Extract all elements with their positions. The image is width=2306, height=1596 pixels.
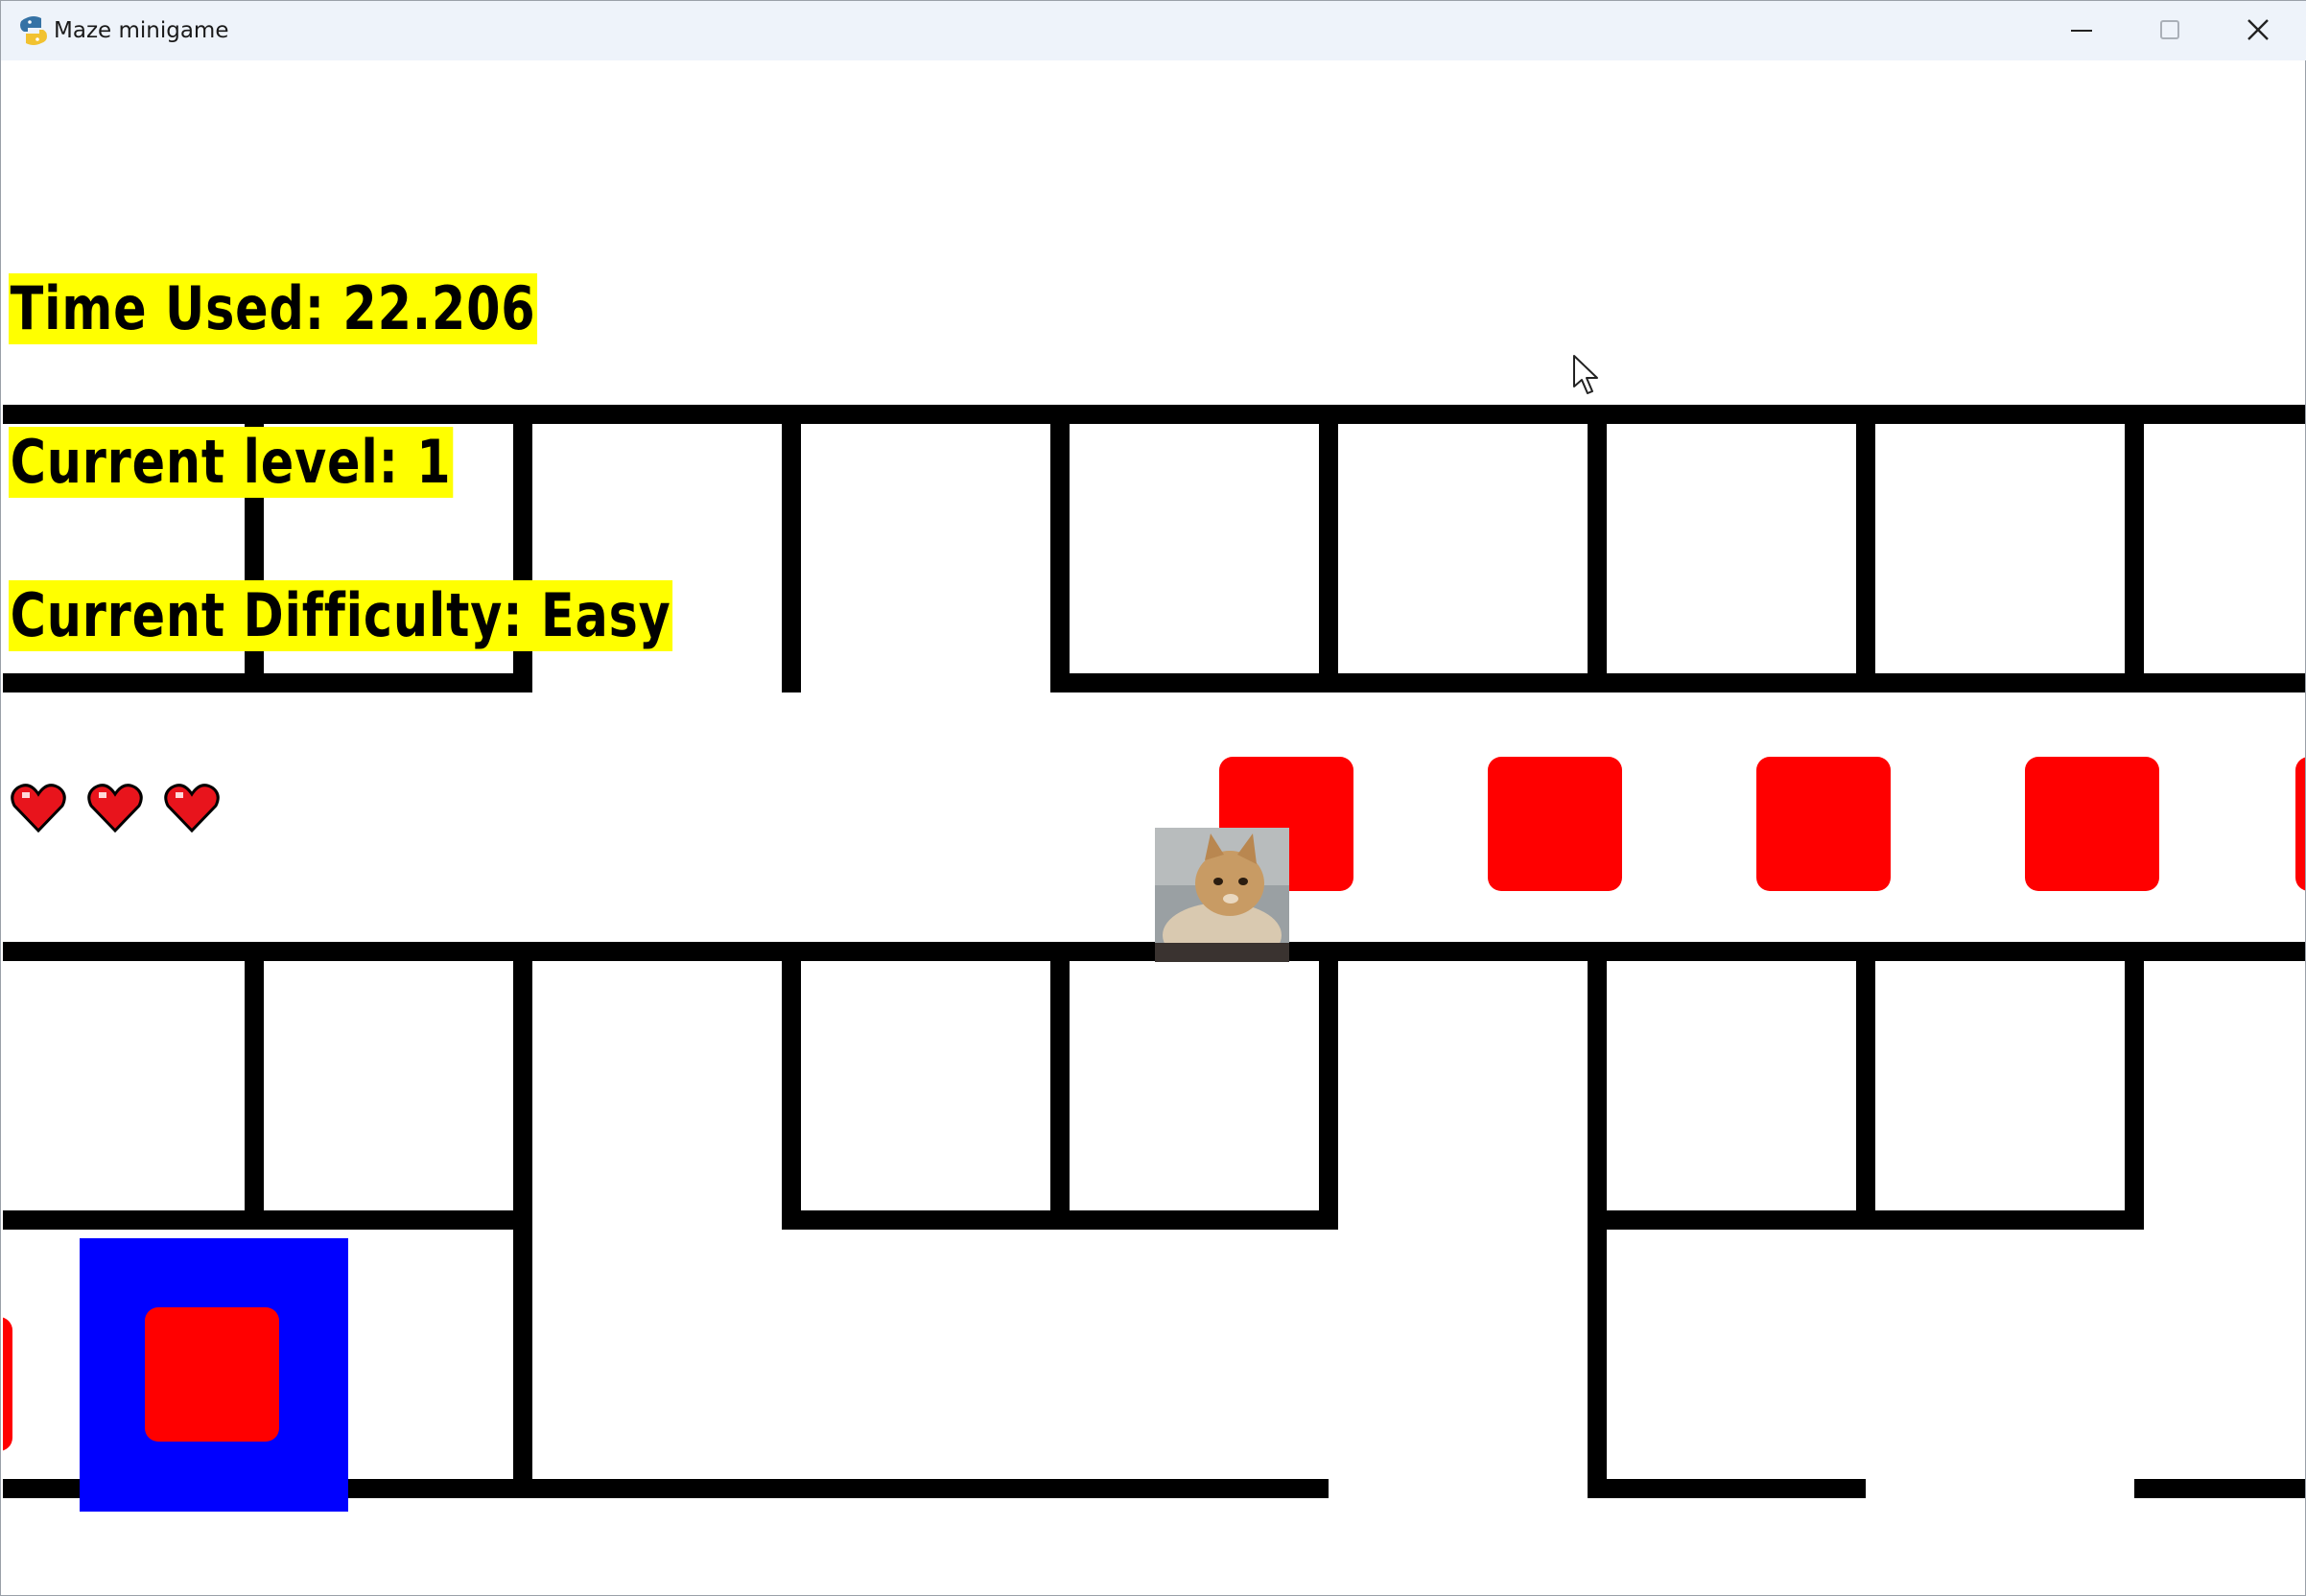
maze-wall — [523, 942, 791, 961]
current-difficulty-label: Current Difficulty: Easy — [9, 580, 673, 651]
game-canvas[interactable]: Time Used: 22.206 Current level: 1 Curre… — [3, 60, 2305, 1595]
maze-wall — [2134, 942, 2305, 961]
coin-tile — [145, 1307, 279, 1442]
maze-wall — [1060, 673, 1329, 692]
maze-wall — [513, 1210, 532, 1498]
current-level-label: Current level: 1 — [9, 427, 454, 498]
maze-wall — [782, 405, 801, 692]
maze-wall — [1597, 1479, 1866, 1498]
coin-tile — [1488, 757, 1622, 891]
heart-icon — [11, 783, 66, 833]
maze-wall — [1597, 673, 1866, 692]
maze-wall — [1856, 405, 1875, 692]
maze-wall — [1319, 942, 1338, 1230]
maze-wall — [245, 942, 264, 1230]
python-pygame-icon — [18, 14, 49, 47]
close-icon — [2247, 19, 2269, 40]
maze-wall — [3, 942, 254, 961]
maze-wall — [1866, 942, 2134, 961]
maze-wall — [1060, 405, 1329, 424]
coin-tile — [3, 1317, 12, 1451]
maze-wall — [3, 1210, 254, 1230]
maze-wall — [254, 1210, 523, 1230]
maze-wall — [791, 942, 1060, 961]
minimize-icon — [2071, 30, 2092, 32]
maze-wall — [1866, 673, 2134, 692]
window-title: Maze minigame — [54, 18, 229, 43]
maze-wall — [2125, 405, 2144, 692]
maze-wall — [1060, 1479, 1329, 1498]
maze-wall — [2134, 1479, 2305, 1498]
maze-wall — [1856, 942, 1875, 1230]
maze-wall — [1329, 942, 1597, 961]
time-used-label: Time Used: 22.206 — [9, 273, 538, 344]
maze-wall — [3, 405, 254, 424]
coin-tile — [2025, 757, 2159, 891]
maximize-icon — [2160, 20, 2179, 39]
cat-player-icon — [1155, 828, 1289, 962]
maze-wall — [1588, 1210, 1607, 1498]
maze-wall — [791, 1479, 1060, 1498]
minimize-button[interactable] — [2038, 1, 2127, 60]
heart-icon — [87, 783, 143, 833]
maze-wall — [782, 942, 801, 1230]
mouse-cursor-icon — [1572, 354, 1601, 400]
maze-wall — [513, 942, 532, 1230]
maze-wall — [1866, 1210, 2134, 1230]
maze-wall — [254, 673, 523, 692]
maze-wall — [1597, 1210, 1866, 1230]
maze-wall — [2134, 405, 2305, 424]
maze-wall — [1588, 405, 1607, 692]
coin-tile — [2295, 757, 2305, 891]
maze-wall — [254, 942, 523, 961]
maze-wall — [1050, 405, 1070, 692]
heart-icon — [164, 783, 220, 833]
maze-wall — [1329, 405, 1597, 424]
maze-wall — [523, 405, 791, 424]
maze-wall — [791, 405, 1060, 424]
close-button[interactable] — [2215, 1, 2303, 60]
maze-wall — [1597, 942, 1866, 961]
maze-wall — [1050, 942, 1070, 1230]
maze-wall — [3, 673, 254, 692]
maximize-button[interactable] — [2127, 1, 2215, 60]
maze-wall — [1060, 1210, 1329, 1230]
title-bar[interactable]: Maze minigame — [1, 1, 2306, 60]
maze-wall — [254, 405, 523, 424]
maze-wall — [791, 1210, 1060, 1230]
maze-wall — [1329, 673, 1597, 692]
maze-wall — [2134, 673, 2305, 692]
maze-wall — [523, 1479, 791, 1498]
app-window: Maze minigame Time Used: 22.206 Current … — [0, 0, 2306, 1596]
maze-wall — [1319, 405, 1338, 692]
maze-wall — [1597, 405, 1866, 424]
maze-wall — [1866, 405, 2134, 424]
maze-wall — [2125, 942, 2144, 1230]
coin-tile — [1756, 757, 1891, 891]
maze-wall — [1588, 942, 1607, 1230]
